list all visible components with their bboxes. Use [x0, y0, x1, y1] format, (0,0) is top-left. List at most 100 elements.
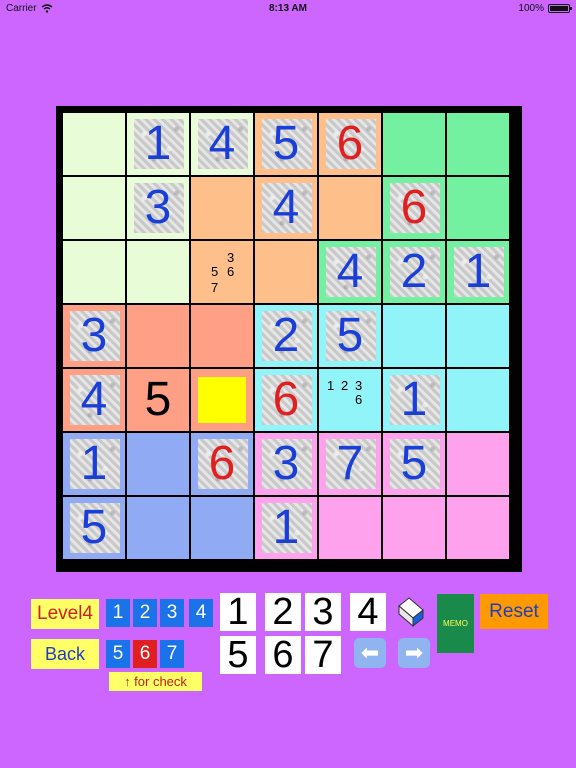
cell-digit: 1 [144, 117, 172, 170]
board-cell-r1-c4[interactable]: 5 [255, 113, 317, 175]
board-cell-r6-c2[interactable] [127, 433, 189, 495]
cell-digit: 6 [336, 117, 364, 170]
board-cell-r4-c3[interactable] [191, 305, 253, 367]
memo-button[interactable]: MEMO [437, 594, 474, 653]
input-number-5[interactable]: 5 [220, 634, 256, 676]
input-number-3[interactable]: 3 [305, 591, 341, 633]
board-cell-r2-c5[interactable] [319, 177, 381, 239]
cell-digit: 3 [80, 309, 108, 362]
check-number-6[interactable]: 6 [133, 640, 157, 668]
eraser-icon[interactable] [395, 594, 427, 630]
board-cell-r7-c7[interactable] [447, 497, 509, 559]
board-cell-r4-c7[interactable] [447, 305, 509, 367]
board-cell-r2-c4[interactable]: 4 [255, 177, 317, 239]
board-cell-r2-c2[interactable]: 3 [127, 177, 189, 239]
input-number-6[interactable]: 6 [265, 634, 301, 676]
input-number-4[interactable]: 4 [350, 591, 386, 633]
board-cell-r3-c6[interactable]: 2 [383, 241, 445, 303]
board-cell-r5-c2[interactable]: 5 [127, 369, 189, 431]
eraser-graphic [398, 597, 424, 628]
board-cell-r6-c6[interactable]: 5 [383, 433, 445, 495]
puzzle-board: 14563463567421325456123611637551 [56, 106, 522, 572]
cell-digit: 6 [400, 181, 428, 234]
board-cell-r1-c1[interactable] [63, 113, 125, 175]
board-cell-r2-c7[interactable] [447, 177, 509, 239]
board-cell-r6-c4[interactable]: 3 [255, 433, 317, 495]
status-bar: Carrier 8:13 AM 100% [0, 0, 576, 18]
cell-digit: 1 [464, 245, 492, 298]
memo-digit: 6 [355, 392, 363, 407]
status-right: 100% [518, 3, 572, 14]
board-cell-r7-c4[interactable]: 1 [255, 497, 317, 559]
board-cell-r2-c3[interactable] [191, 177, 253, 239]
cell-digit: 1 [400, 373, 428, 426]
board-cell-r3-c5[interactable]: 4 [319, 241, 381, 303]
input-number-7[interactable]: 7 [305, 634, 341, 676]
cell-digit: 2 [400, 245, 428, 298]
board-cell-r3-c3[interactable]: 3567 [191, 241, 253, 303]
right-arrow-button[interactable]: ➡ [398, 638, 430, 668]
board-cell-r5-c3[interactable] [191, 369, 253, 431]
cell-digit: 7 [336, 437, 364, 490]
reset-button[interactable]: Reset [480, 594, 548, 629]
board-cell-r2-c1[interactable] [63, 177, 125, 239]
board-cell-r7-c3[interactable] [191, 497, 253, 559]
board-cell-r3-c1[interactable] [63, 241, 125, 303]
memo-digit: 7 [211, 280, 219, 295]
memo-digit: 3 [227, 250, 235, 265]
board-cell-r5-c4[interactable]: 6 [255, 369, 317, 431]
board-cell-r7-c5[interactable] [319, 497, 381, 559]
check-number-7[interactable]: 7 [160, 640, 184, 668]
board-cell-r1-c3[interactable]: 4 [191, 113, 253, 175]
cell-digit: 5 [336, 309, 364, 362]
memo-digit: 5 [211, 264, 219, 279]
cell-digit: 6 [272, 373, 300, 426]
board-cell-r1-c7[interactable] [447, 113, 509, 175]
board-cell-r1-c6[interactable] [383, 113, 445, 175]
memo-digit: 1 [327, 378, 335, 393]
board-cell-r4-c1[interactable]: 3 [63, 305, 125, 367]
cell-digit: 3 [144, 181, 172, 234]
input-number-2[interactable]: 2 [265, 591, 301, 633]
cell-digit: 4 [272, 181, 300, 234]
left-arrow-button[interactable]: ⬅ [354, 638, 386, 668]
battery-icon [548, 4, 572, 13]
cell-digit: 3 [272, 437, 300, 490]
board-cell-r5-c1[interactable]: 4 [63, 369, 125, 431]
cell-digit: 5 [144, 373, 172, 426]
memo-digit: 3 [355, 378, 363, 393]
board-cell-r1-c5[interactable]: 6 [319, 113, 381, 175]
board-cell-r5-c7[interactable] [447, 369, 509, 431]
board-cell-r6-c1[interactable]: 1 [63, 433, 125, 495]
cell-digit: 2 [272, 309, 300, 362]
board-cell-r4-c4[interactable]: 2 [255, 305, 317, 367]
board-cell-r3-c7[interactable]: 1 [447, 241, 509, 303]
board-cell-r5-c5[interactable]: 1236 [319, 369, 381, 431]
board-cell-r6-c5[interactable]: 7 [319, 433, 381, 495]
board-cell-r5-c6[interactable]: 1 [383, 369, 445, 431]
check-number-3[interactable]: 3 [160, 599, 184, 627]
board-cell-r7-c6[interactable] [383, 497, 445, 559]
cell-digit: 4 [208, 117, 236, 170]
check-number-1[interactable]: 1 [106, 599, 130, 627]
board-cell-r4-c5[interactable]: 5 [319, 305, 381, 367]
cell-digit: 4 [336, 245, 364, 298]
input-number-1[interactable]: 1 [220, 591, 256, 633]
check-number-4[interactable]: 4 [189, 599, 213, 627]
board-cell-r3-c2[interactable] [127, 241, 189, 303]
board-cell-r7-c1[interactable]: 5 [63, 497, 125, 559]
check-number-2[interactable]: 2 [133, 599, 157, 627]
board-cell-r1-c2[interactable]: 1 [127, 113, 189, 175]
board-cell-r3-c4[interactable] [255, 241, 317, 303]
board-cell-r6-c3[interactable]: 6 [191, 433, 253, 495]
check-hint: ↑ for check [109, 672, 202, 691]
board-cell-r2-c6[interactable]: 6 [383, 177, 445, 239]
board-cell-r4-c2[interactable] [127, 305, 189, 367]
cell-digit: 1 [80, 437, 108, 490]
board-cell-r6-c7[interactable] [447, 433, 509, 495]
board-cell-r4-c6[interactable] [383, 305, 445, 367]
board-cell-r7-c2[interactable] [127, 497, 189, 559]
battery-percent: 100% [518, 3, 544, 14]
check-number-5[interactable]: 5 [106, 640, 130, 668]
back-button[interactable]: Back [31, 639, 99, 669]
